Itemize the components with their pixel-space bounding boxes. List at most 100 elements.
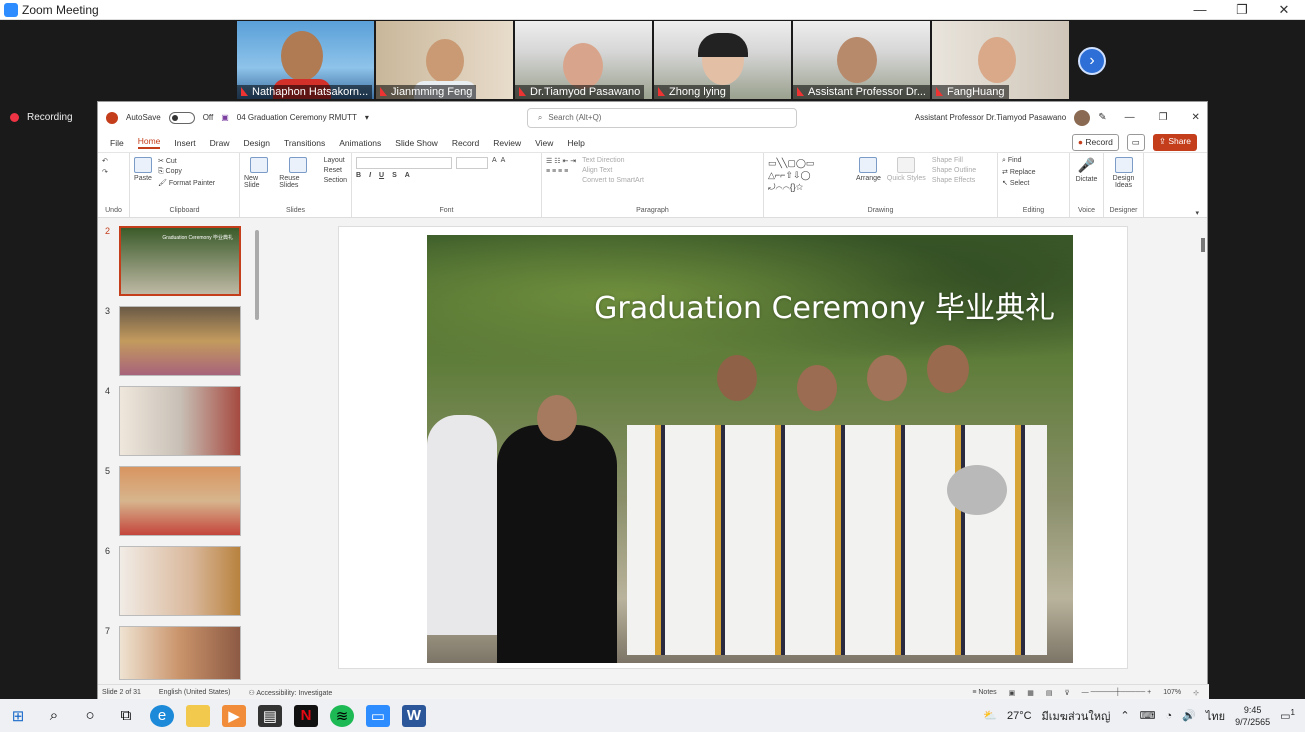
maximize-button[interactable]: ❐ [1221, 2, 1263, 18]
align-icons[interactable]: ≡ ≡ ≡ ≡ [546, 168, 576, 175]
reuse-slides-button[interactable]: Reuse Slides [279, 157, 317, 189]
participant-tile[interactable]: Dr.Tiamyod Pasawano [515, 21, 652, 99]
replace-button[interactable]: ⇄ Replace [1002, 168, 1065, 176]
clock[interactable]: 9:45 9/7/2565 [1235, 704, 1270, 728]
netflix-icon[interactable]: N [294, 704, 318, 727]
save-icon[interactable]: ▣ [221, 113, 229, 122]
tab-animations[interactable]: Animations [339, 138, 381, 148]
participant-tile[interactable]: Assistant Professor Dr... [793, 21, 930, 99]
quick-styles-button[interactable]: Quick Styles [887, 157, 926, 182]
input-language[interactable]: ไทย [1206, 707, 1225, 725]
tab-insert[interactable]: Insert [174, 138, 195, 148]
next-page-button[interactable]: › [1078, 47, 1106, 75]
tab-home[interactable]: Home [137, 136, 161, 149]
tab-transitions[interactable]: Transitions [284, 138, 325, 148]
layout-button[interactable]: Layout [324, 157, 347, 164]
thumbnail-slide-3[interactable] [119, 306, 241, 376]
media-player-icon[interactable]: ▶ [222, 704, 246, 727]
task-view-icon[interactable]: ⧉ [114, 705, 138, 727]
avatar[interactable] [1074, 109, 1091, 126]
spotify-icon[interactable]: ≋ [330, 704, 354, 727]
shape-effects-button[interactable]: Shape Effects [932, 177, 976, 184]
store-icon[interactable]: ▤ [258, 704, 282, 727]
italic-icon[interactable]: I [369, 172, 371, 179]
shape-outline-button[interactable]: Shape Outline [932, 167, 976, 174]
tab-review[interactable]: Review [493, 138, 521, 148]
text-direction-button[interactable]: Text Direction [582, 157, 644, 164]
comments-icon[interactable]: ▭ [1126, 134, 1145, 151]
word-icon[interactable]: W [402, 704, 426, 727]
slide-scrollbar[interactable] [1201, 238, 1205, 252]
collapse-ribbon-icon[interactable]: ▾ [1195, 209, 1199, 217]
shape-fill-button[interactable]: Shape Fill [932, 157, 976, 164]
weather-condition[interactable]: มีเมฆส่วนใหญ่ [1042, 707, 1111, 725]
file-name[interactable]: 04 Graduation Ceremony RMUTT [237, 113, 357, 122]
font-color-icon[interactable]: A [405, 172, 410, 179]
file-explorer-icon[interactable] [186, 704, 210, 727]
decrease-font-icon[interactable]: A [501, 157, 506, 169]
slide-canvas[interactable]: Graduation Ceremony 毕业典礼 [338, 226, 1128, 669]
chevron-down-icon[interactable]: ▾ [365, 113, 369, 122]
zoom-level[interactable]: 107% [1163, 689, 1181, 697]
volume-icon[interactable]: 🔊 [1182, 709, 1196, 722]
participant-tile[interactable]: Jianmming Feng [376, 21, 513, 99]
section-button[interactable]: Section [324, 177, 347, 184]
ppt-minimize-button[interactable]: — [1125, 112, 1135, 123]
participant-tile[interactable]: FangHuang [932, 21, 1069, 99]
ppt-restore-button[interactable]: ❐ [1159, 112, 1168, 123]
wifi-icon[interactable]: ◔ [1166, 710, 1173, 722]
participant-tile[interactable]: Zhong lying [654, 21, 791, 99]
language-indicator[interactable]: English (United States) [159, 689, 231, 696]
new-slide-button[interactable]: New Slide [244, 157, 273, 189]
accessibility-status[interactable]: ⚇ Accessibility: Investigate [249, 689, 333, 697]
slideshow-icon[interactable]: ⊽ [1065, 689, 1070, 697]
design-ideas-button[interactable]: Design Ideas [1108, 157, 1139, 189]
tab-file[interactable]: File [110, 138, 124, 148]
undo-icon[interactable]: ↶ [102, 157, 125, 165]
fit-slide-icon[interactable]: ⊹ [1193, 689, 1199, 697]
arrange-button[interactable]: Arrange [856, 157, 881, 182]
tab-draw[interactable]: Draw [210, 138, 230, 148]
strikethrough-icon[interactable]: S [392, 172, 397, 179]
autosave-toggle[interactable] [168, 111, 195, 124]
thumbnail-slide-5[interactable] [119, 466, 241, 536]
close-button[interactable]: ✕ [1263, 2, 1305, 18]
notes-button[interactable]: ≡ Notes [972, 689, 996, 697]
normal-view-icon[interactable]: ▣ [1009, 689, 1016, 697]
tab-help[interactable]: Help [567, 138, 584, 148]
record-button[interactable]: ● Record [1071, 134, 1119, 151]
find-button[interactable]: ⌕ Find [1002, 157, 1065, 165]
thumbnail-scrollbar[interactable] [255, 230, 259, 320]
copy-button[interactable]: ⎘ Copy [158, 168, 215, 176]
select-button[interactable]: ↖ Select [1002, 179, 1065, 187]
search-icon[interactable]: ⌕ [42, 705, 66, 727]
dictate-button[interactable]: 🎤 Dictate [1074, 157, 1099, 183]
reset-button[interactable]: Reset [324, 167, 347, 174]
chevron-up-icon[interactable]: ⌃ [1120, 709, 1129, 722]
cut-button[interactable]: ✂ Cut [158, 157, 215, 165]
thumbnail-slide-2[interactable]: Graduation Ceremony 毕业典礼 [119, 226, 241, 296]
paste-button[interactable]: Paste [134, 157, 152, 182]
tab-record[interactable]: Record [452, 138, 479, 148]
convert-smartart-button[interactable]: Convert to SmartArt [582, 177, 644, 184]
reading-view-icon[interactable]: ▤ [1046, 689, 1053, 697]
shapes-gallery[interactable]: ▭╲╲▢◯▭ △⌐⌐⇧⇩◯ ⤾⌒⌒{}☆ [768, 157, 850, 195]
slide-sorter-icon[interactable]: ▦ [1027, 689, 1034, 697]
weather-temp[interactable]: 27°C [1007, 710, 1032, 722]
ppt-close-button[interactable]: ✕ [1192, 112, 1200, 123]
zoom-slider[interactable]: — ─────┼───── + [1082, 689, 1152, 697]
align-text-button[interactable]: Align Text [582, 167, 644, 174]
format-painter-button[interactable]: 🖌 Format Painter [158, 179, 215, 187]
account-name[interactable]: Assistant Professor Dr.Tiamyod Pasawano [915, 113, 1066, 122]
network-icon[interactable]: ⌨ [1140, 709, 1156, 722]
thumbnail-slide-6[interactable] [119, 546, 241, 616]
slide-title[interactable]: Graduation Ceremony 毕业典礼 [594, 283, 1055, 327]
font-name-select[interactable] [356, 157, 452, 169]
tab-view[interactable]: View [535, 138, 553, 148]
participant-tile[interactable]: Nathaphon Hatsakorn... [237, 21, 374, 99]
minimize-button[interactable]: — [1179, 2, 1221, 18]
bullets-icon[interactable]: ☰ ☷ ⇤ ⇥ [546, 157, 576, 165]
cortana-icon[interactable]: ○ [78, 705, 102, 727]
bold-icon[interactable]: B [356, 172, 361, 179]
notification-icon[interactable]: ▭1 [1280, 708, 1295, 723]
